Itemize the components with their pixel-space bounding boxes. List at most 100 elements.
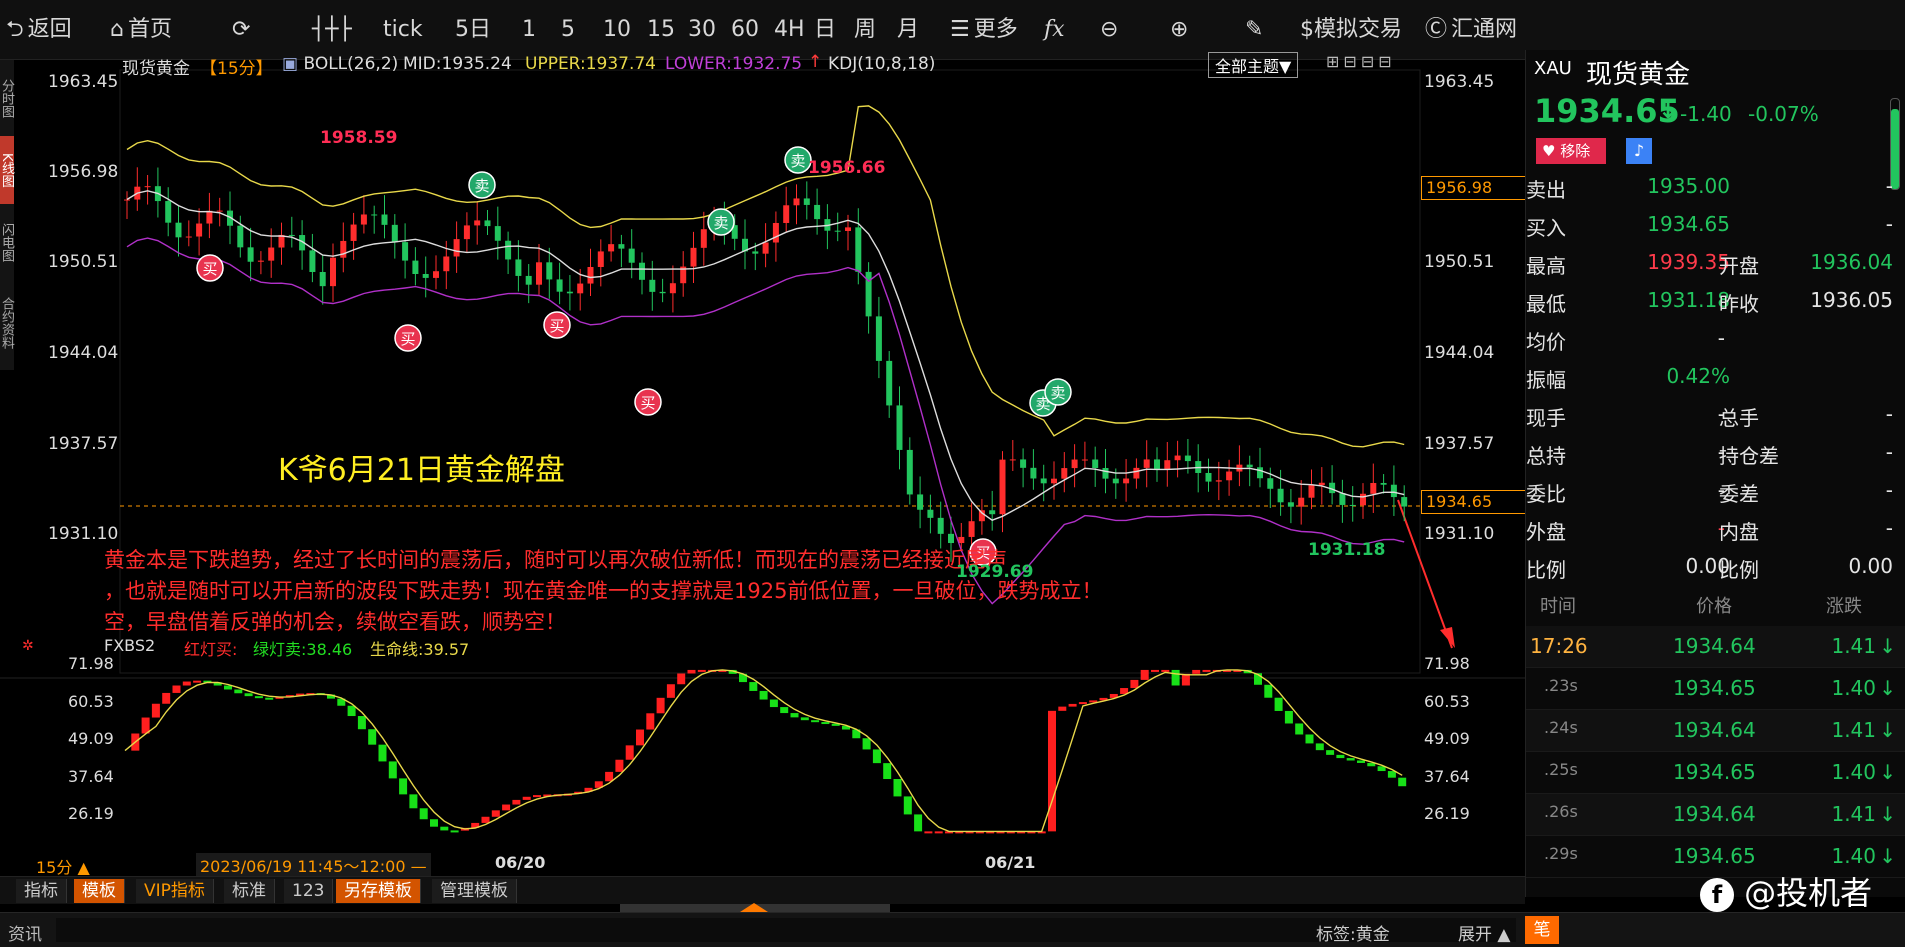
candle-body	[412, 260, 419, 274]
candle-body	[577, 283, 584, 294]
buy-signal-label: 买	[549, 317, 564, 335]
fxbs2-bar	[605, 771, 614, 782]
theme-select[interactable]: 全部主题▼	[1208, 52, 1299, 78]
indicator-level-right-1: 60.53	[1424, 692, 1470, 711]
tick-down-arrow-icon: ↓	[1879, 760, 1896, 784]
manage-template-button[interactable]: 管理模板	[432, 879, 517, 903]
boll-icon: ▣	[282, 54, 299, 74]
fxbs2-bar	[368, 729, 377, 745]
watermark: f @投机者	[1700, 868, 1872, 914]
expand-button[interactable]: 展开 ▲	[1458, 920, 1510, 945]
candle-body	[1092, 459, 1099, 469]
candle-body	[700, 229, 707, 248]
fxbs2-bar	[1295, 723, 1304, 735]
fxbs2-bar	[903, 796, 912, 815]
scroll-handle-icon[interactable]	[740, 903, 768, 912]
quote-label-9-1: 内盘	[1719, 520, 1759, 544]
fxbs2-bar	[749, 682, 758, 691]
price-down-arrow-icon: ↓	[1658, 96, 1679, 124]
price-mark-high-1: 1958.59	[320, 128, 398, 148]
boll-upper-line	[126, 105, 1405, 448]
candle-body	[1226, 471, 1233, 481]
note-button[interactable]: 笔	[1525, 916, 1559, 944]
kline-chart[interactable]: 买买买买买卖卖卖卖卖	[0, 50, 1525, 876]
tick-time: .26s	[1544, 802, 1578, 821]
period-dropdown[interactable]: 15分 ▲	[36, 854, 90, 878]
kdj-legend: KDJ(10,8,18)	[828, 54, 936, 74]
fxbs2-bar	[409, 794, 418, 809]
indicator-tab-bar: 指标 模板 VIP指标 标准 123 另存模板 管理模板	[0, 876, 1525, 904]
remove-watch-button[interactable]: ♥ 移除	[1536, 138, 1606, 164]
current-price-tag: 1934.65	[1421, 490, 1527, 514]
candle-body	[639, 262, 645, 280]
price-change-pct: -0.07%	[1748, 102, 1819, 126]
fxbs2-bar	[151, 703, 160, 718]
tab-vip-indicator[interactable]: VIP指标	[136, 879, 214, 903]
bell-icon[interactable]: ♪	[1626, 138, 1652, 164]
candle-body	[1020, 459, 1027, 468]
quote-value-2-0: 1939.35	[1647, 250, 1730, 274]
date-label-0620: 06/20	[495, 853, 546, 872]
buy-signal-label: 买	[202, 260, 217, 278]
candle-body	[1246, 464, 1253, 468]
quote-value-1-0: 1934.65	[1647, 212, 1730, 236]
candle-body	[433, 271, 439, 278]
status-bar: 资讯 标签:黄金 展开 ▲ 笔	[0, 912, 1905, 947]
tick-change: 1.40	[1831, 844, 1876, 868]
fxbs2-bar	[687, 669, 696, 674]
fxbs2-bar	[656, 697, 665, 714]
quote-label-6-0: 现手	[1526, 406, 1566, 430]
tab-indicator[interactable]: 指标	[16, 879, 67, 903]
fxbs2-bar	[811, 720, 820, 723]
candle-body	[360, 214, 367, 225]
news-tab[interactable]: 资讯	[8, 920, 42, 945]
fxbs2-bar	[862, 738, 871, 750]
tab-template[interactable]: 模板	[74, 879, 125, 903]
settings-gear-icon[interactable]: ✲	[22, 638, 34, 654]
quote-value-5-0: 0.42%	[1666, 364, 1730, 388]
red-light-label: 红灯买:	[184, 640, 238, 659]
candle-body	[649, 279, 656, 292]
tick-row: 17:26 1934.64 1.41 ↓	[1526, 626, 1905, 668]
fxbs2-bar	[1140, 669, 1149, 680]
quote-label-1-0: 买入	[1526, 216, 1566, 240]
quote-label-8-1: 委差	[1719, 482, 1759, 506]
tick-price: 1934.65	[1673, 676, 1756, 700]
candle-body	[474, 220, 481, 226]
tick-down-arrow-icon: ↓	[1879, 634, 1896, 658]
save-template-button[interactable]: 另存模板	[336, 879, 421, 903]
analysis-body: 黄金本是下跌趋势，经过了长时间的震荡后，随时可以再次破位新低！而现在的震荡已经接…	[104, 548, 1103, 634]
candle-body	[628, 248, 635, 263]
layout-icons[interactable]: ⊞⊟⊟⊟	[1326, 52, 1396, 71]
tab-123[interactable]: 123	[284, 879, 334, 903]
candle-body	[206, 210, 213, 224]
boll-legend: ▣ BOLL(26,2)	[282, 54, 399, 74]
tick-change: 1.40	[1831, 676, 1876, 700]
candle-body	[906, 449, 913, 495]
buy-signal-label: 买	[400, 330, 415, 348]
price-change: -1.40	[1680, 102, 1732, 126]
quote-value-3-1: 1936.05	[1810, 288, 1893, 312]
ticker-header-0: 时间	[1540, 596, 1576, 617]
candle-body	[422, 273, 429, 278]
heart-icon: ♥	[1542, 142, 1556, 160]
fxbs2-bar	[893, 779, 902, 797]
candle-body	[1287, 502, 1294, 507]
price-mark-low-2: 1931.18	[1308, 540, 1386, 560]
candle-body	[1051, 478, 1057, 484]
fxbs2-bar	[1274, 697, 1283, 711]
fxbs2-bar	[254, 696, 263, 699]
fxbs2-bar	[378, 744, 387, 762]
candle-body	[309, 250, 316, 272]
tick-time: 17:26	[1530, 634, 1588, 658]
tab-standard[interactable]: 标准	[224, 879, 275, 903]
candle-body	[1081, 459, 1088, 461]
indicator-name: FXBS2	[104, 636, 156, 655]
up-arrow-icon: ↑	[808, 52, 823, 72]
candle-body	[515, 259, 522, 276]
price-label-left-3: 1944.04	[48, 343, 119, 363]
tick-price: 1934.64	[1673, 718, 1756, 742]
time-range-label: 2023/06/19 11:45～12:00 —	[196, 853, 431, 877]
candle-body	[144, 186, 151, 188]
quote-panel: XAU 现货黄金 1934.65 ↓ -1.40 -0.07% ♥ 移除 ♪ 卖…	[1525, 50, 1905, 897]
